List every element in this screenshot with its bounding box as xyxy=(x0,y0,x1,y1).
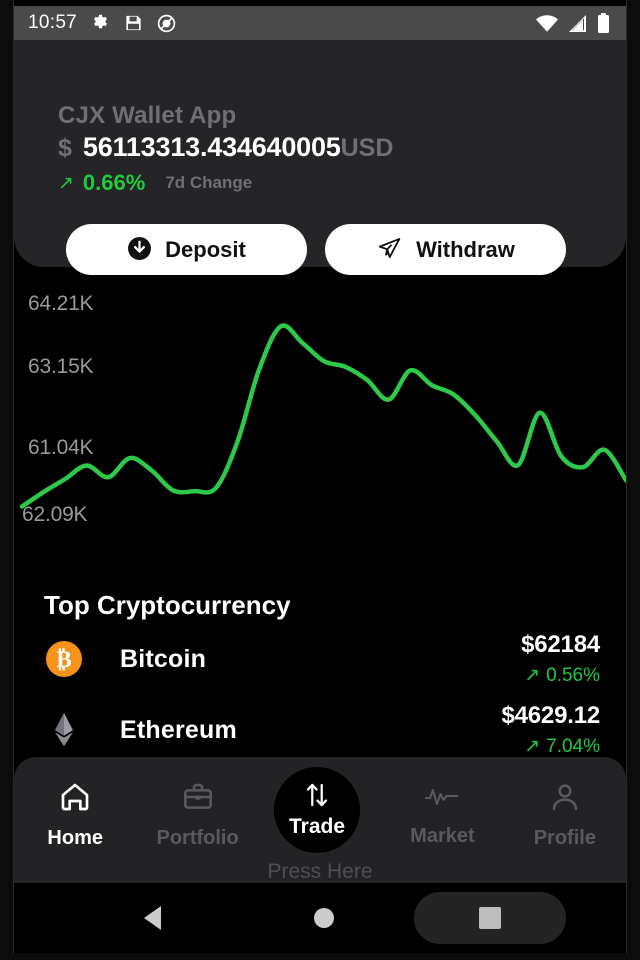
device-bezel-left xyxy=(0,0,14,960)
bitcoin-icon: ₿ xyxy=(44,640,84,678)
coin-price: $62184 xyxy=(521,631,600,658)
withdraw-button-label: Withdraw xyxy=(416,236,515,262)
device-bezel-bottom xyxy=(0,953,640,960)
back-triangle-icon[interactable] xyxy=(104,883,204,953)
coin-change: ↗ 7.04% xyxy=(501,735,600,758)
balance-amount: 56113313.434640005 xyxy=(82,132,341,162)
swap-arrows-icon xyxy=(302,782,332,813)
nav-item-portfolio[interactable]: Portfolio xyxy=(136,781,258,850)
y-axis-label-2: 61.04K xyxy=(28,436,94,459)
nav-item-profile[interactable]: Profile xyxy=(504,781,626,850)
gear-icon xyxy=(90,13,111,34)
battery-icon xyxy=(597,12,610,34)
person-icon xyxy=(549,781,581,818)
home-icon xyxy=(58,781,92,818)
change-up-arrow-icon: ↗ xyxy=(58,172,74,194)
change-percent: 0.66% xyxy=(82,170,146,195)
phone-screen: 10:57 CJX Wallet App $ 56113313.43464000… xyxy=(0,0,640,960)
status-bar-right xyxy=(535,12,626,34)
balance-change-row: ↗ 0.66% 7d Change xyxy=(58,170,252,196)
android-navigation-bar xyxy=(14,883,626,953)
withdraw-button[interactable]: Withdraw xyxy=(325,224,566,275)
balance-row: $ 56113313.434640005 USD xyxy=(58,132,393,163)
price-chart-line xyxy=(19,323,626,509)
trade-button-label: Trade xyxy=(288,814,346,838)
deposit-button[interactable]: Deposit xyxy=(66,224,307,275)
list-item[interactable]: ₿ Bitcoin $62184 ↗ 0.56% xyxy=(44,627,600,691)
svg-text:₿: ₿ xyxy=(56,647,71,672)
coin-change-value: 7.04% xyxy=(546,736,600,757)
y-axis-label-3: 62.09K xyxy=(22,503,88,526)
change-period-label: 7d Change xyxy=(165,173,253,192)
nav-item-home[interactable]: Home xyxy=(14,781,136,850)
nav-label: Portfolio xyxy=(156,827,239,849)
save-disk-icon xyxy=(124,13,143,33)
price-chart[interactable]: 64.21K 63.15K 61.04K 62.09K xyxy=(14,290,626,555)
status-bar-left: 10:57 xyxy=(14,12,177,34)
section-title: Top Cryptocurrency xyxy=(44,590,291,620)
briefcase-icon xyxy=(182,781,214,818)
app-title: CJX Wallet App xyxy=(58,102,237,129)
press-here-hint: Press Here xyxy=(267,860,373,883)
coin-change: ↗ 0.56% xyxy=(521,664,600,687)
coin-price: $4629.12 xyxy=(501,702,600,729)
coin-name: Ethereum xyxy=(120,715,237,744)
recents-square-icon[interactable] xyxy=(440,883,540,953)
change-up-arrow-icon: ↗ xyxy=(524,665,541,686)
coin-name: Bitcoin xyxy=(120,644,207,673)
wifi-icon xyxy=(535,14,559,33)
y-axis-label-0: 64.21K xyxy=(28,292,94,315)
status-bar: 10:57 xyxy=(14,6,626,40)
market-pulse-icon xyxy=(424,781,460,816)
change-up-arrow-icon: ↗ xyxy=(524,736,541,757)
y-axis-label-1: 63.15K xyxy=(28,355,94,378)
deposit-button-label: Deposit xyxy=(165,236,246,262)
status-time: 10:57 xyxy=(28,12,78,33)
currency-symbol: $ xyxy=(58,134,72,162)
nav-label: Home xyxy=(47,827,103,849)
trade-button[interactable]: Trade xyxy=(274,767,360,853)
nav-label: Market xyxy=(410,825,475,847)
coin-change-value: 0.56% xyxy=(546,665,600,686)
list-item[interactable]: Ethereum $4629.12 ↗ 7.04% xyxy=(44,698,600,762)
cellular-signal-icon xyxy=(568,14,588,33)
deposit-icon xyxy=(127,236,152,264)
wallet-action-buttons: Deposit Withdraw xyxy=(66,224,566,275)
ethereum-icon xyxy=(44,712,84,748)
paper-plane-icon xyxy=(376,236,403,264)
mute-circle-icon xyxy=(156,13,177,34)
device-bezel-right xyxy=(626,0,640,960)
currency-code: USD xyxy=(340,134,394,162)
nav-item-market[interactable]: Market xyxy=(381,781,503,850)
home-circle-icon[interactable] xyxy=(274,883,374,953)
nav-label: Profile xyxy=(533,827,596,849)
